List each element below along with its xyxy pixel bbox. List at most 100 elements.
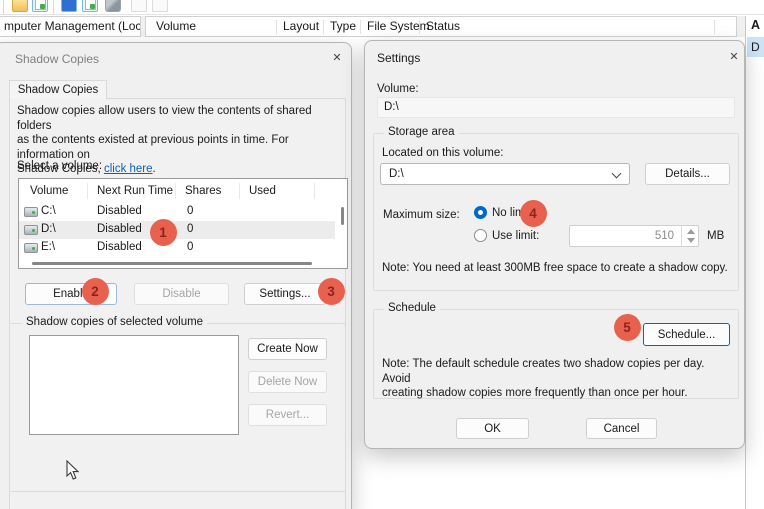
settings-button[interactable]: Settings... — [244, 283, 326, 305]
maximum-size-label: Maximum size: — [383, 209, 460, 221]
annotation-step-1: 1 — [150, 219, 177, 246]
dropdown-value: D:\ — [389, 168, 404, 180]
column-header-type[interactable]: Type — [330, 17, 356, 36]
located-volume-dropdown[interactable]: D:\ — [380, 163, 630, 185]
limit-size-spinner[interactable]: 510 — [569, 225, 699, 247]
col-used[interactable]: Used — [249, 185, 276, 197]
help-icon[interactable] — [61, 0, 77, 12]
column-separator — [239, 183, 240, 199]
click-here-link[interactable]: click here — [104, 163, 153, 175]
dialog-title: Settings — [377, 51, 420, 65]
mouse-cursor — [66, 460, 80, 481]
create-now-button[interactable]: Create Now — [248, 338, 327, 360]
mb-unit-label: MB — [707, 230, 724, 242]
storage-area-group: Storage area Located on this volume: D:\… — [373, 133, 739, 291]
actions-panel-header: A — [751, 18, 760, 32]
column-separator — [360, 20, 361, 34]
volume-list: Volume Next Run Time Shares Used C:\ Dis… — [18, 178, 348, 269]
revert-button: Revert... — [248, 404, 327, 426]
folder-icon[interactable] — [12, 0, 28, 12]
spinner-buttons[interactable] — [681, 226, 698, 246]
col-next-run-time[interactable]: Next Run Time — [97, 185, 173, 197]
cell-shares: 0 — [187, 205, 193, 217]
cell-volume: C:\ — [41, 205, 56, 217]
console-window-icon[interactable] — [32, 0, 48, 12]
wrench-icon[interactable] — [105, 0, 121, 12]
cell-shares: 0 — [187, 223, 193, 235]
table-row-d-selected[interactable]: D:\ Disabled 0 — [19, 221, 335, 239]
tab-shadow-copies[interactable]: Shadow Copies — [9, 80, 107, 99]
annotation-step-4: 4 — [520, 200, 547, 227]
schedule-note: Note: The default schedule creates two s… — [382, 357, 734, 401]
shadow-copies-empty-list[interactable] — [29, 335, 239, 435]
annotation-step-5: 5 — [614, 314, 641, 341]
group-label: Shadow copies of selected volume — [22, 316, 207, 328]
disable-button: Disable — [134, 283, 229, 305]
cell-next-run-time: Disabled — [97, 241, 142, 253]
annotation-step-3: 3 — [318, 278, 345, 305]
cell-volume: D:\ — [41, 223, 56, 235]
shadow-copies-dialog: Shadow Copies ✕ Shadow Copies Shadow cop… — [0, 42, 352, 509]
storage-note: Note: You need at least 300MB free space… — [382, 261, 732, 276]
table-row-e[interactable]: E:\ Disabled 0 — [19, 239, 335, 257]
close-icon[interactable]: ✕ — [726, 49, 742, 65]
mmc-toolbar — [0, 0, 764, 15]
column-separator — [323, 20, 324, 34]
cell-next-run-time: Disabled — [97, 223, 142, 235]
spin-up-icon[interactable] — [687, 229, 695, 234]
volume-list-header-row: Volume Next Run Time Shares Used — [19, 179, 347, 203]
located-on-volume-label: Located on this volume: — [382, 147, 503, 159]
disk-drive-icon — [24, 243, 38, 253]
settings-dialog: Settings ✕ Volume: D:\ Storage area Loca… — [364, 40, 745, 449]
ok-button[interactable]: OK — [456, 418, 529, 439]
console-tree-header: mputer Management (Local — [0, 16, 141, 37]
horizontal-scrollbar-thumb[interactable] — [32, 262, 312, 265]
cancel-button[interactable]: Cancel — [586, 418, 657, 439]
close-icon[interactable]: ✕ — [329, 50, 345, 66]
delete-now-button: Delete Now — [248, 371, 327, 393]
column-header-volume[interactable]: Volume — [156, 17, 196, 36]
annotation-step-2: 2 — [82, 278, 109, 305]
dialog-title: Shadow Copies — [15, 52, 99, 66]
column-header-layout[interactable]: Layout — [283, 17, 319, 36]
cell-next-run-time: Disabled — [97, 205, 142, 217]
volume-list-header: Volume Layout Type File System Status — [145, 16, 737, 37]
toolbar-separator — [53, 0, 54, 14]
toolbar-button[interactable] — [152, 0, 168, 12]
description-after-link: . — [153, 163, 156, 175]
column-separator — [714, 20, 715, 34]
column-separator — [175, 183, 176, 199]
schedule-button[interactable]: Schedule... — [643, 323, 730, 346]
spin-down-icon[interactable] — [687, 238, 695, 243]
actions-selected-label: D — [751, 40, 760, 54]
toolbar-separator — [3, 0, 4, 14]
actions-selected-item[interactable]: D — [747, 37, 764, 57]
volume-value-field: D:\ — [377, 97, 735, 118]
cell-volume: E:\ — [41, 241, 55, 253]
disk-drive-icon — [24, 207, 38, 217]
column-separator — [87, 183, 88, 199]
vertical-scrollbar-thumb[interactable] — [341, 207, 344, 225]
column-header-status[interactable]: Status — [426, 17, 460, 36]
use-limit-radio[interactable] — [474, 229, 487, 242]
chevron-down-icon — [612, 169, 622, 179]
select-volume-label: Select a volume: — [17, 160, 102, 172]
actions-panel: A D — [745, 16, 764, 509]
schedule-group: Schedule Schedule... Note: The default s… — [373, 309, 739, 399]
show-hide-console-icon[interactable] — [82, 0, 98, 12]
use-limit-label[interactable]: Use limit: — [492, 230, 539, 242]
volume-label: Volume: — [377, 83, 419, 95]
col-volume[interactable]: Volume — [30, 185, 68, 197]
cell-shares: 0 — [187, 241, 193, 253]
column-separator — [276, 20, 277, 34]
mmc-header-row: mputer Management (Local Volume Layout T… — [0, 16, 764, 37]
column-header-file-system[interactable]: File System — [367, 17, 430, 36]
column-separator — [419, 20, 420, 34]
limit-size-value: 510 — [655, 230, 674, 242]
table-row-c[interactable]: C:\ Disabled 0 — [19, 203, 335, 221]
group-label: Storage area — [384, 126, 459, 138]
toolbar-button[interactable] — [131, 0, 147, 12]
no-limit-radio[interactable] — [474, 206, 487, 219]
col-shares[interactable]: Shares — [185, 185, 221, 197]
details-button[interactable]: Details... — [645, 163, 730, 185]
